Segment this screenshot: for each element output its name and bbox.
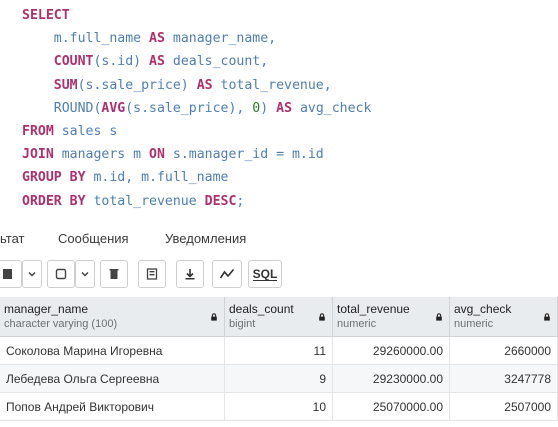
sql-text: (s.sale_price), bbox=[125, 100, 253, 116]
sql-text: (s.sale_price) bbox=[77, 77, 197, 93]
column-header-avg-check[interactable]: avg_checknumeric bbox=[450, 297, 558, 337]
column-type: character varying (100) bbox=[4, 318, 118, 330]
sql-keyword: GROUP BY bbox=[22, 170, 86, 186]
sql-text: total_revenue bbox=[85, 193, 205, 209]
sql-keyword: ON bbox=[149, 147, 165, 163]
sql-text: sales s bbox=[53, 124, 118, 139]
results-toolbar: SQL bbox=[0, 256, 558, 292]
sql-keyword: AVG bbox=[101, 100, 126, 116]
cell-manager-name[interactable]: Попов Андрей Викторович bbox=[0, 393, 225, 421]
sql-text: s.manager_id = m.id bbox=[164, 147, 324, 163]
cell-avg-check[interactable]: 2507000 bbox=[450, 393, 558, 421]
code-line: COUNT(s.id) AS deals_count, bbox=[22, 52, 268, 72]
sql-text: (s.id) bbox=[93, 54, 150, 70]
sql-keyword: AS bbox=[149, 54, 165, 70]
delete-button[interactable] bbox=[100, 260, 128, 288]
cell-total-revenue[interactable]: 25070000.00 bbox=[333, 393, 450, 421]
cell-deals-count[interactable]: 11 bbox=[225, 337, 333, 365]
code-line: JOIN managers m ON s.manager_id = m.id bbox=[22, 145, 324, 165]
sql-keyword: FROM bbox=[22, 124, 54, 139]
cell-manager-name[interactable]: Лебедева Ольга Сергеевна bbox=[0, 365, 225, 393]
tab-notifications[interactable]: Уведомления bbox=[165, 226, 246, 252]
sql-text: ) bbox=[260, 100, 277, 116]
download-button[interactable] bbox=[176, 260, 204, 288]
cell-avg-check[interactable]: 3247778 bbox=[450, 365, 558, 393]
save-data-icon bbox=[146, 268, 158, 280]
cell-deals-count[interactable]: 10 bbox=[225, 393, 333, 421]
table-row[interactable]: Лебедева Ольга Сергеевна 9 29230000.00 3247… bbox=[0, 365, 558, 393]
code-line: m.full_name AS manager_name, bbox=[22, 29, 276, 49]
sql-label: SQL bbox=[252, 266, 278, 281]
results-tab-bar: ьтат Сообщения Уведомления bbox=[0, 226, 558, 252]
chevron-down-icon bbox=[28, 271, 36, 277]
sql-text: m.id, m.full_name bbox=[85, 170, 229, 186]
code-line: SELECT bbox=[22, 6, 70, 26]
column-type: numeric bbox=[454, 318, 494, 330]
column-name: manager_name bbox=[4, 302, 89, 316]
sql-button[interactable]: SQL bbox=[248, 260, 282, 288]
add-row-button[interactable] bbox=[0, 260, 22, 288]
sql-keyword: SUM bbox=[53, 77, 78, 93]
cell-deals-count[interactable]: 9 bbox=[225, 365, 333, 393]
code-line: ORDER BY total_revenue DESC; bbox=[22, 192, 244, 212]
code-line: SUM(s.sale_price) AS total_revenue, bbox=[22, 76, 332, 96]
sql-text: total_revenue, bbox=[212, 77, 332, 93]
cell-manager-name[interactable]: Соколова Марина Игоревна bbox=[0, 337, 225, 365]
lock-icon bbox=[211, 313, 217, 321]
sql-text: deals_count, bbox=[164, 54, 269, 70]
tab-result[interactable]: ьтат bbox=[0, 226, 24, 252]
lock-icon bbox=[319, 313, 325, 321]
sql-keyword: ORDER BY bbox=[22, 193, 86, 209]
column-type: numeric bbox=[337, 318, 377, 330]
sql-keyword: AS bbox=[149, 31, 165, 47]
save-data-button[interactable] bbox=[138, 260, 166, 288]
sql-editor[interactable]: SELECT m.full_name AS manager_name, COUN… bbox=[0, 0, 558, 218]
column-header-total-revenue[interactable]: total_revenuenumeric bbox=[333, 297, 450, 337]
sql-text: ROUND( bbox=[22, 100, 102, 116]
sql-text: managers m bbox=[53, 147, 150, 163]
table-row[interactable]: Попов Андрей Викторович 10 25070000.00 2507… bbox=[0, 393, 558, 421]
sql-text: m.full_name bbox=[22, 31, 150, 47]
trash-icon bbox=[109, 269, 119, 279]
add-row-icon bbox=[2, 269, 12, 279]
sql-keyword: SELECT bbox=[22, 8, 70, 23]
sql-keyword: JOIN bbox=[22, 147, 54, 163]
cell-total-revenue[interactable]: 29260000.00 bbox=[333, 337, 450, 365]
sql-keyword: AS bbox=[276, 100, 293, 116]
code-line: GROUP BY m.id, m.full_name bbox=[22, 168, 228, 188]
column-name: avg_check bbox=[454, 302, 512, 316]
column-header-manager-name[interactable]: manager_name character varying (100) bbox=[0, 297, 225, 337]
lock-icon bbox=[436, 313, 442, 321]
cell-avg-check[interactable]: 2660000 bbox=[450, 337, 558, 365]
sql-text: avg_check bbox=[292, 100, 372, 116]
copy-dropdown-button[interactable] bbox=[75, 260, 95, 288]
download-icon bbox=[185, 269, 195, 280]
graph-button[interactable] bbox=[212, 260, 242, 288]
column-name: deals_count bbox=[229, 302, 294, 316]
code-line: FROM sales s bbox=[22, 122, 117, 142]
sql-text: ; bbox=[236, 193, 245, 209]
sql-keyword: DESC bbox=[204, 193, 237, 209]
column-type: bigint bbox=[229, 318, 256, 330]
line-chart-icon bbox=[219, 268, 235, 279]
chevron-down-icon bbox=[81, 271, 89, 277]
copy-button[interactable] bbox=[47, 260, 75, 288]
column-header-deals-count[interactable]: deals_countbigint bbox=[225, 297, 333, 337]
sql-keyword: AS bbox=[196, 77, 213, 93]
add-row-dropdown-button[interactable] bbox=[22, 260, 42, 288]
column-name: total_revenue bbox=[337, 302, 410, 316]
table-row[interactable]: Соколова Марина Игоревна 11 29260000.00 266… bbox=[0, 337, 558, 365]
sql-keyword: COUNT bbox=[53, 54, 94, 70]
lock-icon bbox=[544, 313, 550, 321]
sql-text: manager_name, bbox=[164, 31, 277, 47]
tab-messages[interactable]: Сообщения bbox=[58, 226, 129, 252]
cell-total-revenue[interactable]: 29230000.00 bbox=[333, 365, 450, 393]
code-line: ROUND(AVG(s.sale_price), 0) AS avg_check bbox=[22, 99, 372, 119]
copy-icon bbox=[55, 268, 67, 280]
